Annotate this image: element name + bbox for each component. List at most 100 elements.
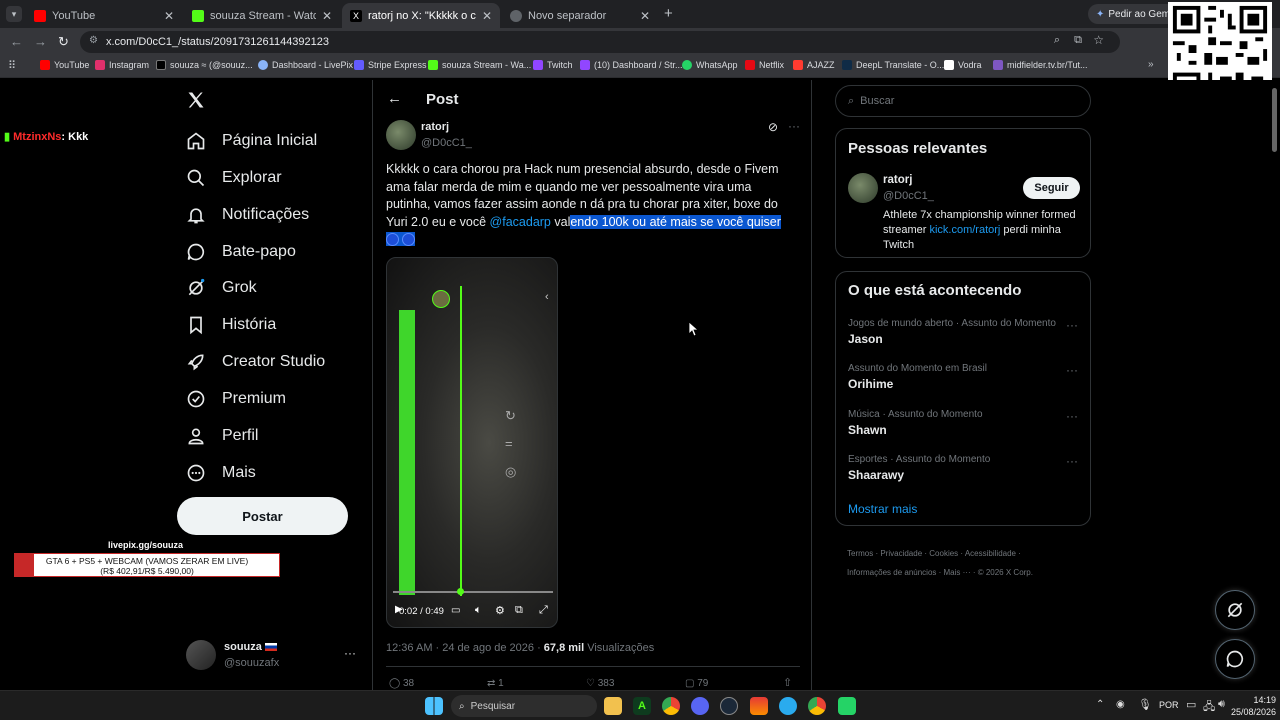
footer-link[interactable]: Termos [847,549,873,558]
video-gear-icon[interactable]: ⚙ [495,604,505,617]
footer-link[interactable]: Privacidade [880,549,922,558]
whatsapp-icon[interactable] [838,697,856,715]
back-icon[interactable]: ← [10,34,23,49]
post-timestamp[interactable]: 12:36 AM · 24 de ago de 2026 [386,642,534,654]
sidebar-item-bookmarks[interactable]: História [186,310,276,340]
footer-link[interactable]: Cookies [929,549,958,558]
trend-item[interactable]: Jogos de mundo aberto · Assunto do Momen… [848,318,1078,346]
account-switcher[interactable]: souuza @souuzafx ··· [186,640,362,672]
bookmark-netflix[interactable]: Netflix [745,60,784,70]
language-indicator[interactable]: POR [1159,700,1179,710]
author-handle[interactable]: @D0cC1_ [421,137,472,149]
grok-float-button[interactable] [1215,590,1255,630]
post-button[interactable]: Postar [177,497,348,535]
sidebar-item-home[interactable]: Página Inicial [186,126,317,156]
pip-icon[interactable]: ⧉ [515,604,523,617]
search-box[interactable]: ⌕ Buscar [835,85,1091,117]
chrome-icon[interactable] [662,697,680,715]
close-icon[interactable]: ✕ [164,9,174,23]
sidebar-item-chat[interactable]: Bate-papo [186,237,296,267]
mention-link[interactable]: @facadarp [490,215,551,229]
tray-display-icon[interactable]: ▭ [1186,698,1196,711]
like-button[interactable]: ♡ 383 [586,678,614,689]
trend-item[interactable]: Música · Assunto do Momento Shawn [848,409,1078,437]
relevant-avatar[interactable] [848,173,878,203]
bookmark-youtube[interactable]: YouTube [40,60,89,70]
app-stack-icon[interactable] [750,697,768,715]
bookmark-star-icon[interactable]: ☆ [1093,33,1104,47]
sidebar-item-notifications[interactable]: Notificações [186,200,309,230]
bookmark-button[interactable]: ▢ 79 [685,678,708,689]
bookmark-livepix[interactable]: Dashboard - LivePix [258,60,353,70]
author-name[interactable]: ratorj [421,121,449,133]
x-logo-icon[interactable] [186,90,206,110]
bookmark-kick[interactable]: souuza Stream - Wa... [428,60,531,70]
trend-more-icon[interactable]: ··· [1066,454,1078,468]
telegram-icon[interactable] [779,697,797,715]
follow-button[interactable]: Seguir [1023,177,1080,199]
bookmark-instagram[interactable]: Instagram [95,60,149,70]
post-more-icon[interactable]: ··· [788,119,800,133]
zoom-icon[interactable]: ⌕ [1054,34,1060,47]
repost-button[interactable]: ⇄ 1 [487,678,504,689]
page-scrollbar[interactable] [1272,88,1277,152]
bookmark-x-souuza[interactable]: souuza ≈ (@souuz... [156,60,253,70]
address-bar[interactable]: ⚙ x.com/D0cC1_/status/209173126114439212… [80,31,1120,53]
trend-item[interactable]: Assunto do Momento em Brasil Orihime [848,363,1078,391]
close-icon[interactable]: ✕ [640,9,650,23]
tab-search-button[interactable]: ▾ [6,6,22,22]
more-bookmarks-icon[interactable]: » [1148,59,1154,70]
relevant-name[interactable]: ratorj [883,174,912,186]
video-progress-track[interactable] [393,591,553,593]
sidebar-item-profile[interactable]: Perfil [186,421,258,451]
footer-link[interactable]: Informações de anúncios [847,568,936,577]
captions-icon[interactable]: ▭ [451,605,460,616]
clock[interactable]: 14:19 25/08/2026 [1226,694,1276,718]
tray-discord-icon[interactable]: ◉ [1116,699,1125,710]
site-info-icon[interactable]: ⚙ [89,35,98,46]
relevant-handle[interactable]: @D0cC1_ [883,190,934,202]
close-icon[interactable]: ✕ [322,9,332,23]
bookmark-twitch-dashboard[interactable]: (10) Dashboard / Str... [580,60,683,70]
bookmark-deepl[interactable]: DeepL Translate - O... [842,60,944,70]
footer-link[interactable]: Acessibilidade [965,549,1016,558]
windows-start-icon[interactable] [425,697,443,715]
sidebar-item-grok[interactable]: Grok [186,273,257,303]
tray-network-icon[interactable]: 🖧︎ [1203,698,1215,717]
tray-mic-icon[interactable]: 🎙︎ [1138,698,1152,711]
chrome-alt-icon[interactable] [808,697,826,715]
share-button[interactable]: ⇧ [783,676,792,689]
author-avatar[interactable] [386,120,416,150]
bookmark-vodra[interactable]: Vodra [944,60,982,70]
steam-icon[interactable] [720,697,738,715]
video-player[interactable]: ‹ ↻ = ◎ ▶ 0:02 / 0:49 ▭ 🔈︎ ⚙ ⧉ ⤢ [386,257,558,628]
fullscreen-icon[interactable]: ⤢ [539,604,548,617]
trend-more-icon[interactable]: ··· [1066,318,1078,332]
messages-float-button[interactable] [1215,639,1255,679]
bookmark-midfielder[interactable]: midfielder.tv.br/Tut... [993,60,1088,70]
sidebar-item-premium[interactable]: Premium [186,384,286,414]
tab-x-post[interactable]: X ratorj no X: "Kkkkk o cara chor ✕ [342,3,500,28]
close-icon[interactable]: ✕ [482,9,492,23]
forward-icon[interactable]: → [34,34,47,49]
footer-link[interactable]: Mais ··· [944,568,971,577]
file-explorer-icon[interactable] [604,697,622,715]
account-more-icon[interactable]: ··· [344,646,356,660]
bookmark-whatsapp[interactable]: WhatsApp [682,60,738,70]
trend-item[interactable]: Esportes · Assunto do Momento Shaarawy [848,454,1078,482]
tab-kick[interactable]: souuza Stream - Watch Live on ✕ [184,3,340,28]
install-icon[interactable]: ⧉ [1074,34,1082,47]
taskbar-search[interactable]: ⌕ Pesquisar [451,695,597,717]
sidebar-item-explore[interactable]: Explorar [186,163,282,193]
grok-post-icon[interactable]: ⊘ [768,120,778,134]
new-tab-plus-icon[interactable]: + [664,5,673,22]
show-more-link[interactable]: Mostrar mais [848,502,917,516]
sidebar-item-more[interactable]: Mais [186,458,256,488]
volume-icon[interactable]: 🔈︎ [475,604,482,617]
video-progress-dot[interactable] [457,588,464,595]
tray-volume-icon[interactable]: 🔊︎ [1218,698,1225,711]
app-a-icon[interactable]: A [633,697,651,715]
bookmark-stripe[interactable]: Stripe Express [354,60,427,70]
back-arrow-icon[interactable]: ← [387,90,402,107]
apps-grid-icon[interactable]: ⠿ [8,59,16,72]
